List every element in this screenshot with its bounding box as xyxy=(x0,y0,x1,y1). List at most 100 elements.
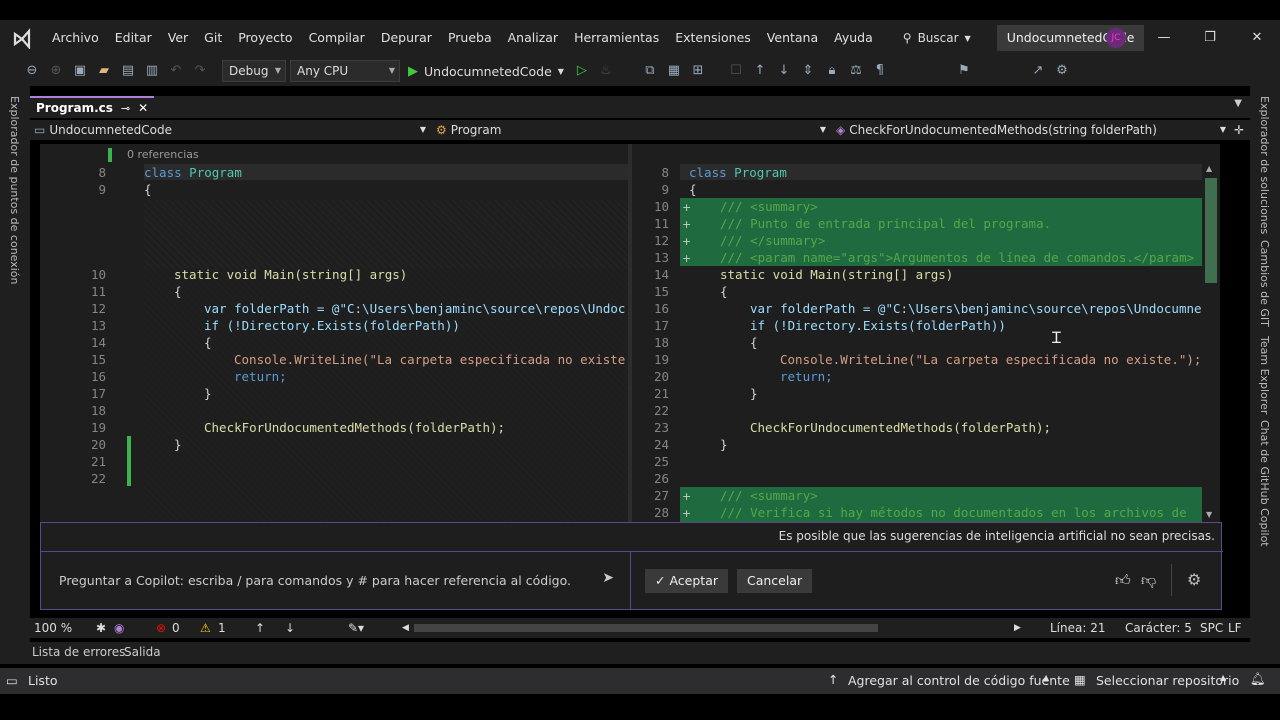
scroll-down-icon[interactable]: ▼ xyxy=(1206,510,1212,519)
menu-ayuda[interactable]: Ayuda xyxy=(826,20,881,56)
save-icon[interactable]: ▤ xyxy=(118,61,138,81)
code-line: if (!Directory.Exists(folderPath)) xyxy=(204,318,460,333)
menu-git[interactable]: Git xyxy=(196,20,230,56)
spacing-indicator[interactable]: SPC xyxy=(1200,618,1223,638)
scroll-right-icon[interactable]: ▶ xyxy=(1014,618,1021,638)
gear-icon[interactable]: ⚙ xyxy=(1187,570,1201,589)
modified-pane[interactable]: + + + + + + 8 9 10 11 12 13 14 15 16 17 … xyxy=(632,144,1220,522)
member-dropdown[interactable]: ◈ CheckForUndocumentedMethods(string fol… xyxy=(836,120,1226,140)
scroll-up-icon[interactable]: ▲ xyxy=(1206,164,1212,173)
layout-icon[interactable]: ▦ xyxy=(664,61,684,81)
zoom-level[interactable]: 100 % xyxy=(34,618,72,638)
share-icon[interactable]: ↗ xyxy=(1028,61,1048,81)
arrow-down-icon[interactable]: ↓ xyxy=(774,61,794,81)
line-number: 18 xyxy=(90,403,106,418)
forward-icon[interactable]: ⊕ xyxy=(46,61,66,81)
save-all-icon[interactable]: ▥ xyxy=(142,61,162,81)
eol-indicator[interactable]: LF xyxy=(1228,618,1242,638)
window-layout-icon[interactable]: ⊞ xyxy=(688,61,708,81)
arrow-up-icon[interactable]: ↑ xyxy=(750,61,770,81)
run-button[interactable]: ▶ UndocumnetedCode ▼ xyxy=(404,64,568,79)
solution-explorer-tab[interactable]: Explorador de soluciones xyxy=(1258,96,1271,234)
warning-count[interactable]: 1 xyxy=(218,618,226,638)
horizontal-scrollbar-thumb[interactable] xyxy=(414,624,878,632)
open-folder-icon[interactable]: ▰ xyxy=(94,61,114,81)
lock-icon[interactable]: 🔒︎ xyxy=(822,61,842,81)
class-dropdown[interactable]: ⚙ Program ▼ xyxy=(436,120,826,140)
format-icon[interactable]: ¶ xyxy=(870,61,890,81)
error-count[interactable]: 0 xyxy=(172,618,180,638)
thumbs-down-icon[interactable]: 👎︎ xyxy=(1141,571,1156,590)
split-editor-icon[interactable]: ✛ xyxy=(1234,120,1244,140)
thumbs-up-icon[interactable]: 👍︎ xyxy=(1115,571,1131,590)
error-icon[interactable]: ⊗ xyxy=(156,618,166,638)
menu-ventana[interactable]: Ventana xyxy=(759,20,826,56)
platform-dropdown[interactable]: Any CPU ▼ xyxy=(290,60,400,82)
brush-icon[interactable]: ✎▾ xyxy=(348,618,364,638)
hot-reload-icon[interactable]: ♨ xyxy=(596,61,616,81)
char-indicator[interactable]: Carácter: 5 xyxy=(1125,618,1192,638)
line-indicator[interactable]: Línea: 21 xyxy=(1050,618,1106,638)
project-dropdown[interactable]: ▭ UndocumnetedCode ▼ xyxy=(34,120,426,140)
code-line: class Program xyxy=(689,164,787,181)
scroll-left-icon[interactable]: ◀ xyxy=(402,618,409,638)
search-button[interactable]: ⚲ Buscar ▼ xyxy=(895,31,979,45)
arrow-down-icon[interactable]: ↓ xyxy=(285,618,295,638)
menu-archivo[interactable]: Archivo xyxy=(44,20,107,56)
code-line: class Program xyxy=(144,164,242,181)
visual-studio-logo-icon[interactable] xyxy=(0,20,44,56)
cancel-button[interactable]: Cancelar xyxy=(737,569,813,593)
code-line: if (!Directory.Exists(folderPath)) xyxy=(750,318,1006,333)
run-without-debug-icon[interactable]: ▷ xyxy=(572,61,592,81)
menu-ver[interactable]: Ver xyxy=(160,20,196,56)
team-explorer-tab[interactable]: Team Explorer xyxy=(1258,336,1271,414)
menu-analizar[interactable]: Analizar xyxy=(500,20,566,56)
tab-dropdown-icon[interactable]: ▼ xyxy=(1234,98,1242,109)
original-pane[interactable]: 8 9 10 11 12 13 14 15 16 17 18 19 20 21 … xyxy=(40,144,628,522)
add-source-control-button[interactable]: Agregar al control de código fuente xyxy=(848,673,1070,688)
line-number: 20 xyxy=(653,369,669,384)
back-icon[interactable]: ⊖ xyxy=(22,61,42,81)
bookmark-toggle-icon[interactable]: ☐ xyxy=(726,61,746,81)
new-project-icon[interactable]: ▣ xyxy=(70,61,90,81)
scrollbar-thumb[interactable] xyxy=(1205,178,1217,283)
configuration-dropdown[interactable]: Debug ▼ xyxy=(222,60,286,82)
status-bar-icon: ▭ xyxy=(6,673,18,688)
tab-error-list[interactable]: Lista de errores xyxy=(32,645,125,659)
accept-button[interactable]: ✓ Aceptar xyxy=(645,569,728,593)
tab-output[interactable]: Salida xyxy=(124,645,161,659)
settings-icon[interactable]: ⚙ xyxy=(1052,61,1072,81)
menu-compilar[interactable]: Compilar xyxy=(301,20,373,56)
menu-extensiones[interactable]: Extensiones xyxy=(667,20,759,56)
split-icon[interactable]: ⇕ xyxy=(798,61,818,81)
send-icon[interactable]: ➤ xyxy=(602,570,614,586)
copilot-prompt-input[interactable]: Preguntar a Copilot: escriba / para coma… xyxy=(41,551,631,609)
menu-editar[interactable]: Editar xyxy=(107,20,160,56)
menu-prueba[interactable]: Prueba xyxy=(440,20,500,56)
browse-icon[interactable]: ⧉ xyxy=(640,61,660,81)
avatar[interactable]: JC xyxy=(1106,28,1126,48)
pin-icon[interactable]: ⊸ xyxy=(121,102,130,115)
arrow-up-icon[interactable]: ↑ xyxy=(255,618,265,638)
code-health-icon[interactable]: ✱ xyxy=(96,618,106,638)
notifications-icon[interactable]: 🔔︎ xyxy=(1250,671,1266,687)
restore-icon[interactable]: ❐ xyxy=(1187,20,1233,56)
bookmark-icon[interactable]: ⚑ xyxy=(954,61,974,81)
close-icon[interactable]: ✕ xyxy=(1234,20,1280,56)
copilot-icon[interactable]: ◉ xyxy=(114,618,124,638)
minimize-icon[interactable]: — xyxy=(1141,20,1187,56)
copilot-chat-tab[interactable]: Chat de GitHub Copilot xyxy=(1258,420,1271,547)
menu-depurar[interactable]: Depurar xyxy=(373,20,440,56)
tab-program-cs[interactable]: Program.cs ⊸ ✕ xyxy=(30,96,155,118)
redo-icon[interactable]: ↷ xyxy=(190,61,210,81)
select-repository-button[interactable]: Seleccionar repositorio xyxy=(1096,673,1239,688)
menu-herramientas[interactable]: Herramientas xyxy=(566,20,667,56)
vertical-scrollbar[interactable]: ▲ ▼ xyxy=(1202,164,1220,522)
warning-icon[interactable]: ⚠ xyxy=(200,618,211,638)
undo-icon[interactable]: ↶ xyxy=(166,61,186,81)
close-tab-icon[interactable]: ✕ xyxy=(138,101,148,115)
endpoint-explorer-tab[interactable]: Explorador de puntos de conexión xyxy=(8,96,21,285)
diff-icon[interactable]: ⚖ xyxy=(846,61,866,81)
menu-proyecto[interactable]: Proyecto xyxy=(230,20,300,56)
git-changes-tab[interactable]: Cambios de GIT xyxy=(1258,240,1271,327)
